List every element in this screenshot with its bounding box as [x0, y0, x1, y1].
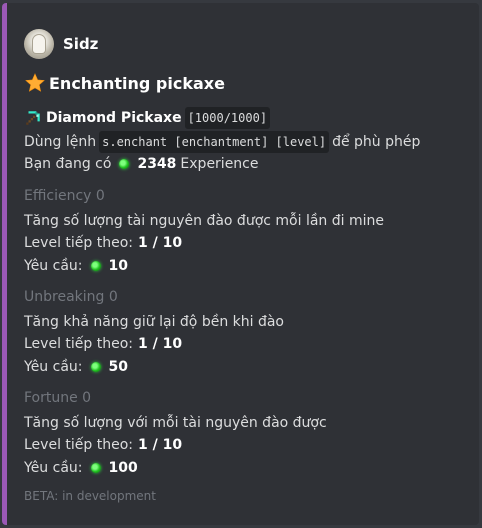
embed-card: Sidz Enchanting pickaxe Diamond Pickaxe …	[2, 3, 479, 525]
diamond-pickaxe-icon	[26, 111, 40, 125]
star-icon	[25, 73, 45, 92]
item-durability: [1000/1000]	[184, 107, 271, 129]
experience-line: Bạn đang có 2348 Experience	[24, 154, 259, 174]
enchant-level-line: Level tiếp theo: 1 / 10	[24, 334, 182, 354]
requirement-value: 50	[108, 359, 128, 375]
embed-footer: BETA: in development	[24, 489, 156, 503]
enchant-level-line: Level tiếp theo: 1 / 10	[24, 435, 182, 455]
level-value: 1 / 10	[138, 336, 183, 352]
requirement-value: 100	[108, 460, 138, 476]
level-label: Level tiếp theo:	[24, 437, 133, 453]
enchant-description: Tăng số lượng tài nguyên đào được mỗi lầ…	[24, 213, 384, 229]
item-name: Diamond Pickaxe	[46, 110, 182, 126]
level-value: 1 / 10	[138, 235, 183, 251]
title-text: Enchanting pickaxe	[49, 73, 225, 93]
experience-amount: 2348	[137, 156, 177, 172]
requirement-value: 10	[108, 258, 128, 274]
enchant-requirement-line: Yêu cầu: 10	[24, 256, 128, 276]
requirement-label: Yêu cầu:	[24, 460, 83, 476]
experience-orb-icon	[90, 463, 101, 473]
enchant-requirement-line: Yêu cầu: 100	[24, 458, 138, 478]
avatar[interactable]	[24, 29, 54, 59]
author-name[interactable]: Sidz	[63, 35, 98, 53]
embed-author: Sidz	[24, 27, 98, 61]
usage-command: s.enchant [enchantment] [level]	[99, 131, 330, 153]
enchant-header-fortune: Fortune 0	[24, 390, 92, 406]
level-value: 1 / 10	[138, 437, 183, 453]
enchant-description: Tăng số lượng với mỗi tài nguyên đào đượ…	[24, 415, 327, 431]
experience-suffix: Experience	[180, 156, 259, 172]
usage-suffix: để phù phép	[332, 134, 421, 150]
experience-orb-icon	[119, 159, 130, 169]
requirement-label: Yêu cầu:	[24, 359, 83, 375]
usage-line: Dùng lệnh s.enchant [enchantment] [level…	[24, 131, 420, 153]
experience-prefix: Bạn đang có	[24, 156, 112, 172]
enchant-header-efficiency: Efficiency 0	[24, 188, 105, 204]
enchant-level-line: Level tiếp theo: 1 / 10	[24, 233, 182, 253]
level-label: Level tiếp theo:	[24, 235, 133, 251]
item-line: Diamond Pickaxe [1000/1000]	[24, 107, 273, 129]
enchant-header-unbreaking: Unbreaking 0	[24, 289, 118, 305]
level-label: Level tiếp theo:	[24, 336, 133, 352]
embed-accent-bar	[2, 3, 7, 525]
embed-title: Enchanting pickaxe	[24, 72, 225, 94]
enchant-description: Tăng khả năng giữ lại độ bền khi đào	[24, 314, 284, 330]
experience-orb-icon	[90, 261, 101, 271]
enchant-requirement-line: Yêu cầu: 50	[24, 357, 128, 377]
requirement-label: Yêu cầu:	[24, 258, 83, 274]
experience-orb-icon	[90, 362, 101, 372]
usage-prefix: Dùng lệnh	[24, 134, 97, 150]
